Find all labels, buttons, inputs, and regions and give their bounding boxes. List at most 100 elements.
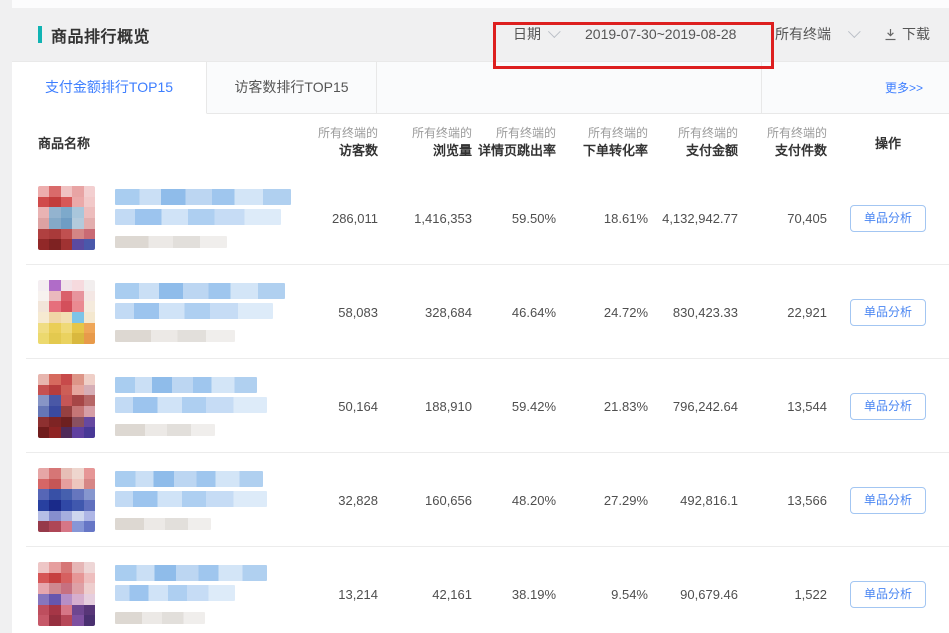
table-row: 13,214 42,161 38.19% 9.54% 90,679.46 1,5… — [12, 547, 949, 633]
payment-amount-value: 90,679.46 — [648, 587, 738, 602]
product-name-redacted[interactable] — [115, 565, 267, 624]
page-title: 商品排行概览 — [51, 23, 150, 47]
chevron-down-icon — [848, 25, 861, 38]
more-link[interactable]: 更多>> — [885, 81, 923, 95]
product-subtext-blur-line — [115, 236, 227, 248]
product-name-blur-line — [115, 209, 281, 225]
column-header-payment-items: 所有终端的 支付件数 — [738, 125, 827, 160]
product-cell — [12, 374, 312, 438]
column-header-payment-amount: 所有终端的 支付金额 — [648, 125, 738, 160]
product-name-blur-line — [115, 303, 273, 319]
tab-payment-ranking[interactable]: 支付金额排行TOP15 — [12, 62, 207, 114]
column-header-bounce-rate: 所有终端的 详情页跳出率 — [472, 125, 556, 160]
product-name-blur-line — [115, 585, 235, 601]
table-row: 286,011 1,416,353 59.50% 18.61% 4,132,94… — [12, 171, 949, 265]
product-name-blur-line — [115, 565, 267, 581]
product-name-blur-line — [115, 397, 267, 413]
terminal-filter-label: 所有终端 — [775, 26, 831, 42]
page-top-strip — [12, 0, 949, 8]
item-analysis-button[interactable]: 单品分析 — [850, 205, 926, 232]
visitors-value: 50,164 — [312, 399, 378, 414]
product-name-blur-line — [115, 189, 291, 205]
payment-amount-value: 830,423.33 — [648, 305, 738, 320]
product-thumbnail[interactable] — [38, 374, 95, 438]
product-cell — [12, 186, 312, 250]
payment-items-value: 13,566 — [738, 493, 827, 508]
download-button[interactable]: 下载 — [884, 8, 930, 61]
visitors-value: 58,083 — [312, 305, 378, 320]
column-header-conversion-rate: 所有终端的 下单转化率 — [556, 125, 648, 160]
payment-items-value: 70,405 — [738, 211, 827, 226]
product-name-redacted[interactable] — [115, 283, 285, 342]
item-analysis-button[interactable]: 单品分析 — [850, 581, 926, 608]
download-label: 下载 — [902, 26, 930, 42]
payment-items-value: 22,921 — [738, 305, 827, 320]
product-cell — [12, 468, 312, 532]
item-analysis-button[interactable]: 单品分析 — [850, 299, 926, 326]
tab-bar-spacer — [377, 62, 762, 114]
table-body: 286,011 1,416,353 59.50% 18.61% 4,132,94… — [12, 171, 949, 633]
product-name-redacted[interactable] — [115, 377, 267, 436]
product-thumbnail[interactable] — [38, 280, 95, 344]
payment-items-value: 13,544 — [738, 399, 827, 414]
title-accent-bar — [38, 26, 42, 43]
section-header: 商品排行概览 日期 2019-07-30~2019-08-28 所有终端 下载 — [0, 8, 949, 61]
item-analysis-button[interactable]: 单品分析 — [850, 487, 926, 514]
tab-bar-right: 更多>> — [762, 62, 949, 114]
bounce-rate-value: 59.50% — [472, 211, 556, 226]
column-header-visitors: 所有终端的 访客数 — [312, 125, 378, 160]
tab-bar: 支付金额排行TOP15 访客数排行TOP15 更多>> — [12, 62, 949, 114]
date-filter-label: 日期 — [513, 26, 541, 42]
product-ranking-card: 支付金额排行TOP15 访客数排行TOP15 更多>> 商品名称 所有终端的 访… — [12, 61, 949, 633]
bounce-rate-value: 59.42% — [472, 399, 556, 414]
visitors-value: 32,828 — [312, 493, 378, 508]
visitors-value: 13,214 — [312, 587, 378, 602]
pageviews-value: 328,684 — [378, 305, 472, 320]
product-thumbnail[interactable] — [38, 186, 95, 250]
item-analysis-button[interactable]: 单品分析 — [850, 393, 926, 420]
chevron-down-icon — [548, 25, 561, 38]
payment-items-value: 1,522 — [738, 587, 827, 602]
table-row: 58,083 328,684 46.64% 24.72% 830,423.33 … — [12, 265, 949, 359]
bounce-rate-value: 48.20% — [472, 493, 556, 508]
payment-amount-value: 796,242.64 — [648, 399, 738, 414]
date-range-value[interactable]: 2019-07-30~2019-08-28 — [585, 8, 736, 61]
product-thumbnail[interactable] — [38, 562, 95, 626]
tab-visitor-ranking[interactable]: 访客数排行TOP15 — [207, 62, 377, 114]
table-row: 32,828 160,656 48.20% 27.29% 492,816.1 1… — [12, 453, 949, 547]
bounce-rate-value: 38.19% — [472, 587, 556, 602]
bounce-rate-value: 46.64% — [472, 305, 556, 320]
pageviews-value: 1,416,353 — [378, 211, 472, 226]
pageviews-value: 160,656 — [378, 493, 472, 508]
product-subtext-blur-line — [115, 330, 235, 342]
column-header-pageviews: 所有终端的 浏览量 — [378, 125, 472, 160]
download-icon — [884, 28, 897, 41]
pageviews-value: 42,161 — [378, 587, 472, 602]
product-name-redacted[interactable] — [115, 471, 267, 530]
table-row: 50,164 188,910 59.42% 21.83% 796,242.64 … — [12, 359, 949, 453]
product-name-redacted[interactable] — [115, 189, 291, 248]
product-cell — [12, 562, 312, 626]
product-name-blur-line — [115, 283, 285, 299]
product-name-blur-line — [115, 377, 257, 393]
product-thumbnail[interactable] — [38, 468, 95, 532]
section-title-block: 商品排行概览 — [38, 8, 150, 61]
conversion-rate-value: 24.72% — [556, 305, 648, 320]
conversion-rate-value: 27.29% — [556, 493, 648, 508]
product-cell — [12, 280, 312, 344]
conversion-rate-value: 18.61% — [556, 211, 648, 226]
table-header-row: 商品名称 所有终端的 访客数 所有终端的 浏览量 所有终端的 详情页跳出率 所有… — [12, 114, 949, 171]
date-filter-dropdown[interactable]: 日期 — [513, 8, 556, 61]
terminal-filter-dropdown[interactable]: 所有终端 — [775, 8, 856, 61]
product-subtext-blur-line — [115, 424, 215, 436]
product-name-blur-line — [115, 471, 263, 487]
column-header-action: 操作 — [827, 133, 949, 152]
product-subtext-blur-line — [115, 518, 211, 530]
payment-amount-value: 492,816.1 — [648, 493, 738, 508]
product-subtext-blur-line — [115, 612, 205, 624]
product-name-blur-line — [115, 491, 267, 507]
payment-amount-value: 4,132,942.77 — [648, 211, 738, 226]
visitors-value: 286,011 — [312, 211, 378, 226]
column-header-product: 商品名称 — [12, 133, 312, 152]
conversion-rate-value: 9.54% — [556, 587, 648, 602]
